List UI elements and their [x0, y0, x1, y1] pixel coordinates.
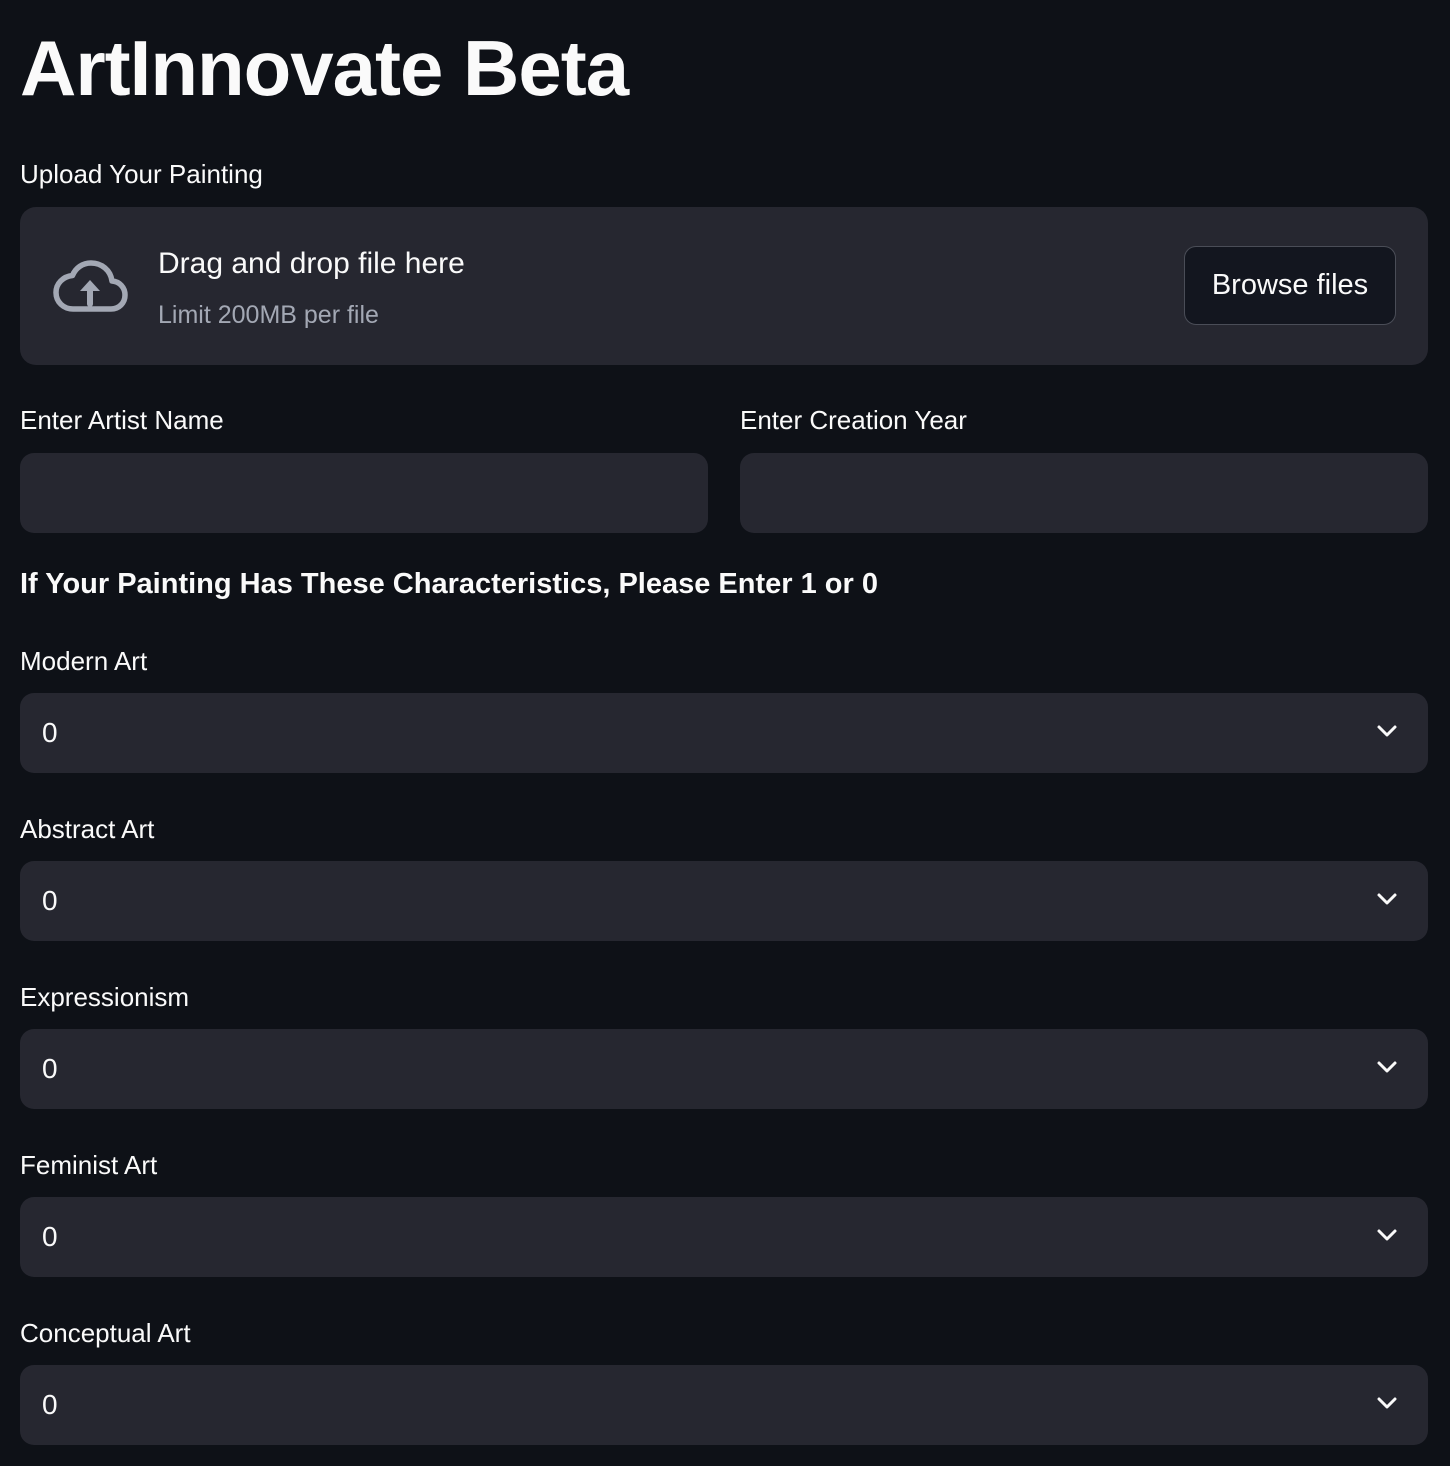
select-value: 0 [42, 717, 58, 748]
modern-art-select[interactable]: 0 [20, 693, 1428, 773]
conceptual-art-label: Conceptual Art [20, 1318, 191, 1348]
creation-year-label: Enter Creation Year [740, 405, 967, 435]
conceptual-art-select[interactable]: 0 [20, 1365, 1428, 1445]
browse-files-button[interactable]: Browse files [1184, 246, 1396, 325]
select-value: 0 [42, 1053, 58, 1084]
creation-year-input[interactable] [740, 453, 1428, 533]
artist-name-input[interactable] [20, 453, 708, 533]
upload-label: Upload Your Painting [20, 159, 263, 189]
chevron-down-icon [1377, 893, 1397, 905]
chevron-down-icon [1377, 1229, 1397, 1241]
chevron-down-icon [1377, 725, 1397, 737]
feminist-art-label: Feminist Art [20, 1150, 158, 1180]
expressionism-select[interactable]: 0 [20, 1029, 1428, 1109]
feminist-art-select[interactable]: 0 [20, 1197, 1428, 1277]
file-dropzone[interactable]: Drag and drop file here Limit 200MB per … [20, 207, 1428, 365]
expressionism-label: Expressionism [20, 982, 190, 1012]
chevron-down-icon [1377, 1397, 1397, 1409]
chevron-down-icon [1377, 1061, 1397, 1073]
select-value: 0 [42, 885, 58, 916]
app-page: ArtInnovate Beta Upload Your Painting Dr… [0, 0, 1450, 1466]
select-value: 0 [42, 1221, 58, 1252]
characteristics-heading: If Your Painting Has These Characteristi… [20, 568, 878, 600]
cloud-upload-icon [53, 260, 128, 312]
abstract-art-select[interactable]: 0 [20, 861, 1428, 941]
select-value: 0 [42, 1389, 58, 1420]
modern-art-label: Modern Art [20, 646, 148, 676]
dropzone-limit: Limit 200MB per file [158, 301, 379, 329]
page-title: ArtInnovate Beta [20, 24, 629, 112]
abstract-art-label: Abstract Art [20, 814, 155, 844]
dropzone-instructions: Drag and drop file here [158, 247, 465, 280]
artist-name-label: Enter Artist Name [20, 405, 224, 435]
